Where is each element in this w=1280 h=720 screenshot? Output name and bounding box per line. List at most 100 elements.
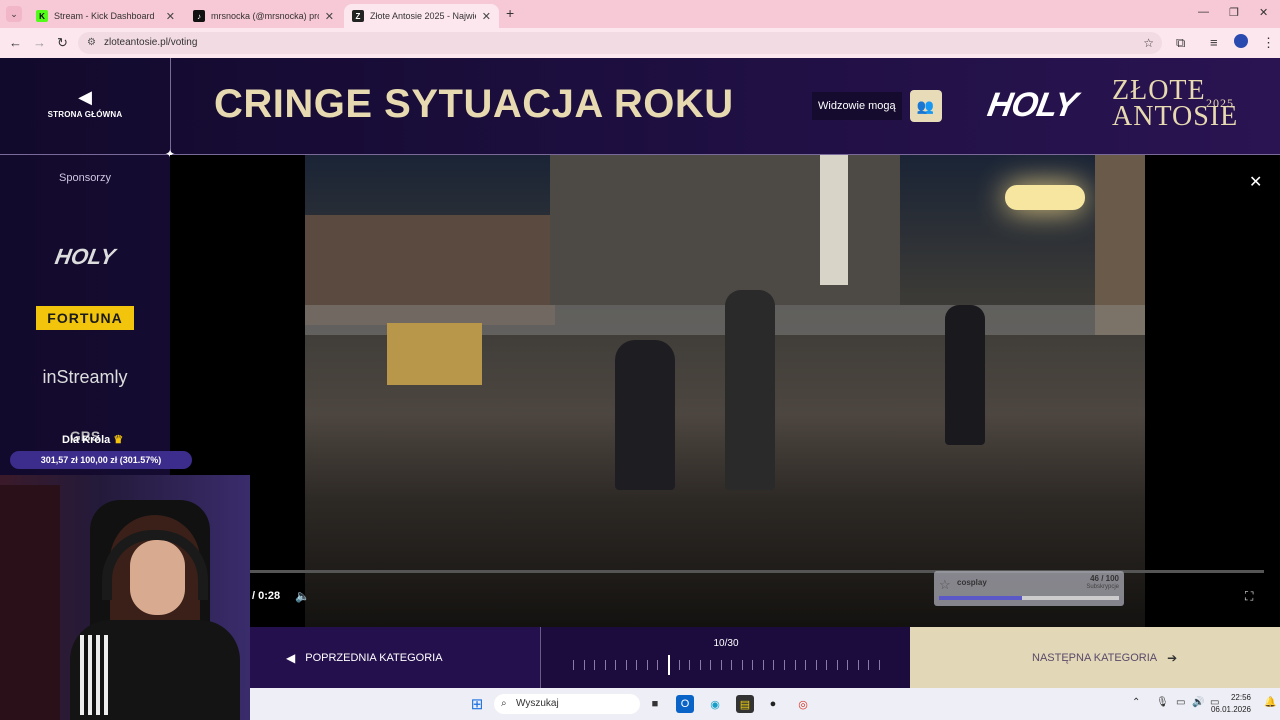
category-tick[interactable] — [594, 660, 596, 670]
webcam-feed — [0, 475, 250, 720]
scene-person-standing — [725, 290, 775, 490]
sub-goal-fill — [939, 596, 1022, 600]
new-tab-button[interactable]: + — [506, 5, 514, 21]
fullscreen-icon[interactable]: ⛶ — [1245, 589, 1253, 604]
category-tick[interactable] — [857, 660, 859, 670]
close-tab-icon[interactable]: ✕ — [325, 10, 334, 23]
tab-zlote-antosie[interactable]: Z Złote Antosie 2025 - Najwię ✕ — [344, 4, 499, 28]
category-tick[interactable] — [868, 660, 870, 670]
task-view-icon[interactable]: ■ — [646, 695, 664, 713]
page-title: CRINGE SYTUACJA ROKU — [214, 82, 734, 126]
shelf-shape — [0, 485, 60, 720]
bookmark-star-icon[interactable]: ☆ — [1143, 32, 1154, 54]
category-tick[interactable] — [657, 660, 659, 670]
scene-tower — [820, 155, 848, 285]
show-hidden-icon[interactable]: ⌃ — [1132, 697, 1140, 708]
home-link[interactable]: ◀ STRONA GŁÓWNA — [40, 87, 130, 119]
tab-search-button[interactable]: ⌄ — [6, 6, 22, 22]
category-tick[interactable] — [741, 660, 743, 670]
viewers-vote-toggle[interactable]: Widzowie mogą 👥 — [812, 90, 942, 122]
notes-icon[interactable]: ▤ — [736, 695, 754, 713]
category-tick[interactable] — [720, 660, 722, 670]
category-tick[interactable] — [847, 660, 849, 670]
video-frame — [305, 155, 1145, 627]
sponsors-label: Sponsorzy — [59, 172, 111, 184]
sponsor-holy[interactable]: HOLY — [34, 244, 137, 270]
chrome-icon[interactable]: ◎ — [794, 695, 812, 713]
donation-name: Dla Króla ♛ — [62, 434, 124, 446]
za-icon: Z — [352, 10, 364, 22]
speaker-icon[interactable]: 🔊 — [1192, 697, 1204, 708]
address-bar-row: ← → ↻ ⚙ zloteantosie.pl/voting ☆ ⧉ ≡ ⋮ — [0, 28, 1280, 58]
category-tick[interactable] — [615, 660, 617, 670]
scene-person-kneeling — [615, 340, 675, 490]
category-tick[interactable] — [604, 660, 606, 670]
arrow-left-icon: ◀ — [286, 650, 296, 665]
crown-icon: ♛ — [113, 434, 124, 446]
reload-icon[interactable]: ↻ — [57, 35, 68, 51]
category-tick[interactable] — [794, 660, 796, 670]
site-info-icon[interactable]: ⚙ — [87, 32, 96, 54]
category-tick-current[interactable] — [667, 655, 670, 675]
category-tick[interactable] — [784, 660, 786, 670]
browser-tab-bar: ⌄ K Stream - Kick Dashboard ✕ ♪ mrsnocka… — [0, 0, 1280, 28]
scene-cobblestone — [305, 495, 1145, 627]
users-icon[interactable]: 👥 — [909, 90, 942, 122]
arrow-right-icon: ➔ — [1167, 650, 1178, 665]
outlook-icon[interactable]: O — [676, 695, 694, 713]
category-tick[interactable] — [689, 660, 691, 670]
windows-start-icon[interactable]: ⊞ — [468, 695, 486, 713]
zlote-antosie-logo: ZŁOTE ANTOSIE 2025 — [1112, 75, 1239, 132]
next-category-button[interactable]: NASTĘPNA KATEGORIA ➔ — [910, 627, 1280, 688]
obs-icon[interactable]: ● — [764, 695, 782, 713]
tab-tiktok[interactable]: ♪ mrsnocka (@mrsnocka) prowad ✕ — [185, 4, 342, 28]
microphone-icon[interactable]: 🎙 — [1156, 697, 1169, 708]
donation-bar: 301,57 zł 100,00 zł (301.57%) — [10, 451, 192, 469]
close-tab-icon[interactable]: ✕ — [482, 10, 491, 23]
sponsor-fortuna[interactable]: FORTUNA — [36, 306, 134, 330]
taskbar-search[interactable]: ⌕ Wyszukaj — [494, 694, 640, 714]
category-tick[interactable] — [826, 660, 828, 670]
tab-kick-dashboard[interactable]: K Stream - Kick Dashboard ✕ — [28, 4, 183, 28]
category-tick[interactable] — [699, 660, 701, 670]
category-tick[interactable] — [752, 660, 754, 670]
category-tick[interactable] — [836, 660, 838, 670]
sponsor-instreamly[interactable]: inStreamly — [36, 367, 134, 388]
back-icon[interactable]: ← — [9, 35, 22, 50]
category-tick[interactable] — [773, 660, 775, 670]
category-tick[interactable] — [636, 660, 638, 670]
extensions-icon[interactable]: ⧉ — [1176, 35, 1185, 51]
taskbar-clock[interactable]: 22:56 06.01.2026 — [1211, 692, 1251, 716]
category-tick[interactable] — [646, 660, 648, 670]
windows-taskbar: ⊞ ⌕ Wyszukaj ■ O ◉ ▤ ● ◎ ⌃ 🎙 ▭ 🔊 ▭ 22:56… — [250, 688, 1280, 720]
tiktok-icon: ♪ — [193, 10, 205, 22]
notification-icon[interactable]: 🔔 — [1264, 697, 1276, 708]
volume-icon[interactable]: 🔈 — [295, 589, 310, 603]
category-tick[interactable] — [573, 660, 574, 670]
restore-icon[interactable]: ❐ — [1229, 6, 1239, 19]
arrow-left-icon: ◀ — [78, 87, 92, 107]
category-tick[interactable] — [710, 660, 712, 670]
url-field[interactable]: ⚙ zloteantosie.pl/voting ☆ — [78, 32, 1162, 54]
media-icon[interactable]: ≡ — [1210, 35, 1218, 50]
holy-logo: HOLY — [984, 86, 1080, 124]
previous-category-button[interactable]: ◀ POPRZEDNIA KATEGORIA — [250, 627, 540, 688]
close-video-icon[interactable]: ✕ — [1249, 172, 1262, 192]
network-icon[interactable]: ▭ — [1176, 697, 1185, 708]
minimize-icon[interactable]: — — [1198, 6, 1209, 18]
close-tab-icon[interactable]: ✕ — [166, 10, 175, 23]
close-window-icon[interactable]: ✕ — [1259, 6, 1268, 19]
category-tick[interactable] — [625, 660, 627, 670]
category-tick[interactable] — [678, 660, 680, 670]
category-tick[interactable] — [879, 660, 880, 670]
profile-avatar[interactable] — [1234, 34, 1248, 48]
category-tick[interactable] — [731, 660, 733, 670]
category-tick[interactable] — [762, 660, 764, 670]
category-tick[interactable] — [815, 660, 817, 670]
menu-icon[interactable]: ⋮ — [1262, 35, 1275, 51]
forward-icon[interactable]: → — [33, 35, 46, 50]
edge-icon[interactable]: ◉ — [706, 695, 724, 713]
category-tick[interactable] — [583, 660, 585, 670]
category-tick[interactable] — [805, 660, 807, 670]
category-counter: 10/30 — [713, 638, 739, 649]
